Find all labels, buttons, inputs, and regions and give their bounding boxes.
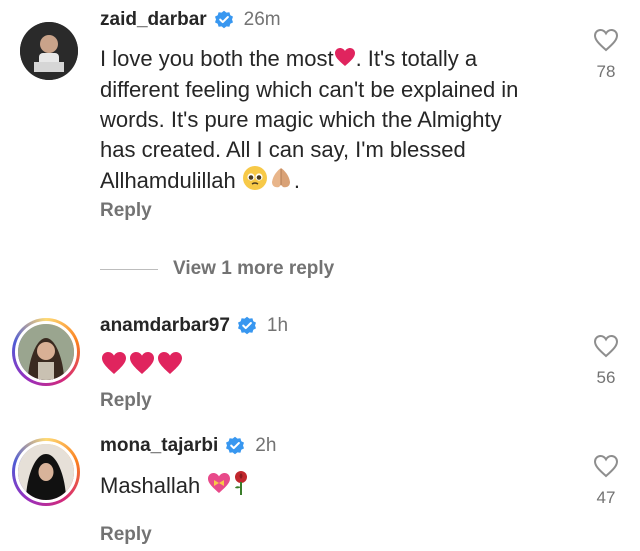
timestamp: 26m xyxy=(243,9,281,30)
like-count: 56 xyxy=(596,368,616,387)
rose-emoji-icon xyxy=(232,470,250,504)
comment-text xyxy=(100,350,184,384)
view-more-replies[interactable]: View 1 more reply xyxy=(100,258,334,280)
reply-button[interactable]: Reply xyxy=(100,524,152,546)
like-count: 47 xyxy=(596,488,616,507)
like-area: 78 xyxy=(586,28,626,82)
timestamp: 1h xyxy=(266,315,289,336)
username[interactable]: zaid_darbar xyxy=(100,9,207,31)
red-heart-emoji-icon xyxy=(334,45,356,75)
heart-outline-icon[interactable] xyxy=(593,334,619,358)
username[interactable]: anamdarbar97 xyxy=(100,315,230,337)
comment-anamdarbar97: anamdarbar97 1h Reply 56 xyxy=(0,300,640,420)
like-area: 56 xyxy=(586,334,626,388)
praying-hands-emoji-icon xyxy=(268,165,294,199)
verified-icon xyxy=(214,10,233,29)
verified-icon xyxy=(237,316,256,335)
red-heart-emoji-icon xyxy=(100,350,184,384)
avatar[interactable] xyxy=(12,438,80,506)
view-more-replies-label[interactable]: View 1 more reply xyxy=(173,258,334,280)
heart-with-ribbon-emoji-icon xyxy=(206,471,232,503)
divider xyxy=(100,268,158,270)
username[interactable]: mona_tajarbi xyxy=(100,435,218,457)
comment-text: Mashallah xyxy=(100,470,250,504)
timestamp: 2h xyxy=(255,435,277,456)
like-area: 47 xyxy=(586,454,626,508)
avatar[interactable] xyxy=(20,22,78,80)
comment-text: I love you both the most. It's totally a… xyxy=(100,44,580,199)
heart-outline-icon[interactable] xyxy=(593,454,619,478)
avatar[interactable] xyxy=(12,318,80,386)
comment-zaid-darbar: zaid_darbar 26m I love you both the most… xyxy=(0,0,640,240)
verified-icon xyxy=(226,436,245,455)
heart-outline-icon[interactable] xyxy=(593,28,619,52)
reply-button[interactable]: Reply xyxy=(100,390,152,412)
reply-button[interactable]: Reply xyxy=(100,200,152,222)
comment-mona-tajarbi: mona_tajarbi 2h Mashallah Reply 47 xyxy=(0,420,640,551)
like-count: 78 xyxy=(596,62,616,81)
pleading-face-emoji-icon xyxy=(242,165,268,199)
